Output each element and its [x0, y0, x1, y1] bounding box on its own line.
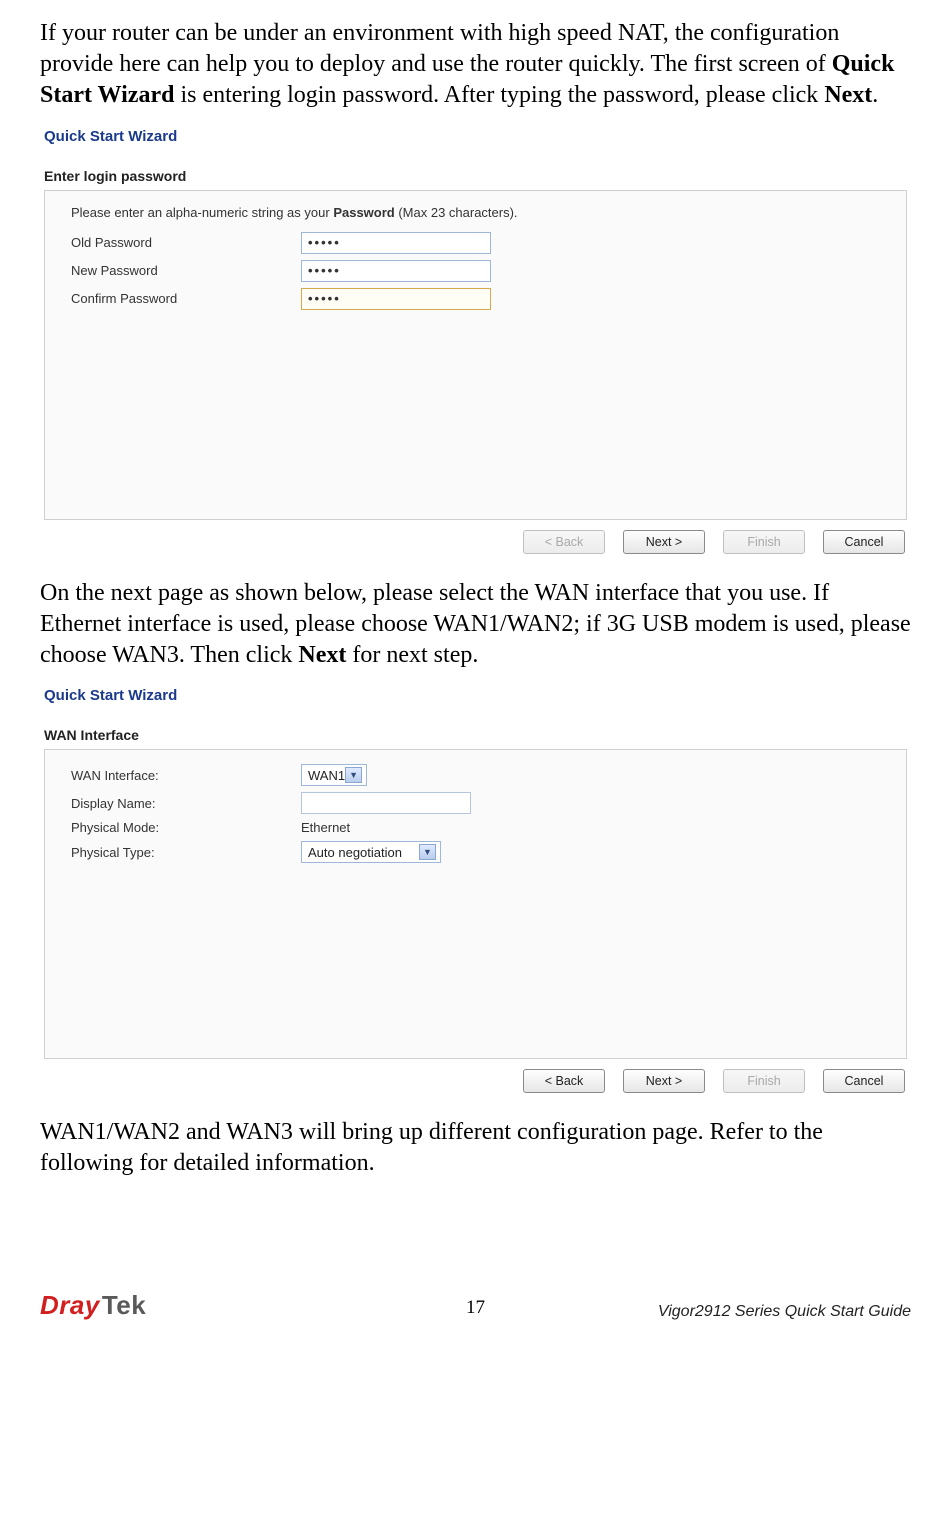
logo-part-1: Dray [40, 1290, 100, 1321]
instruction-text: Please enter an alpha-numeric string as … [71, 205, 890, 220]
confirm-password-label: Confirm Password [71, 291, 301, 306]
new-password-label: New Password [71, 263, 301, 278]
intro-paragraph-3: WAN1/WAN2 and WAN3 will bring up differe… [40, 1117, 911, 1179]
divider [44, 708, 907, 709]
text: . [872, 82, 878, 108]
text-bold: Password [333, 205, 394, 220]
text-bold: Next [298, 642, 346, 668]
text: (Max 23 characters). [395, 205, 518, 220]
page-number: 17 [466, 1297, 485, 1319]
wan-interface-label: WAN Interface: [71, 768, 301, 783]
wizard-screenshot-password: Quick Start Wizard Enter login password … [40, 122, 911, 560]
next-button[interactable]: Next > [623, 1069, 705, 1093]
wizard-button-row: < Back Next > Finish Cancel [44, 520, 907, 556]
brand-logo: DrayTek [40, 1290, 146, 1321]
display-name-label: Display Name: [71, 796, 301, 811]
wizard-title: Quick Start Wizard [44, 122, 907, 149]
wizard-panel: Please enter an alpha-numeric string as … [44, 190, 907, 520]
wizard-panel: WAN Interface: WAN1 ▼ Display Name: Phys… [44, 749, 907, 1059]
select-value: WAN1 [308, 768, 345, 783]
logo-part-2: Tek [102, 1290, 146, 1321]
divider [44, 149, 907, 150]
text: for next step. [346, 642, 478, 668]
wizard-screenshot-wan: Quick Start Wizard WAN Interface WAN Int… [40, 681, 911, 1099]
text-bold: Next [824, 82, 872, 108]
chevron-down-icon: ▼ [345, 767, 362, 783]
finish-button: Finish [723, 1069, 805, 1093]
chevron-down-icon: ▼ [419, 844, 436, 860]
display-name-input[interactable] [301, 792, 471, 814]
cancel-button[interactable]: Cancel [823, 1069, 905, 1093]
old-password-input[interactable]: ••••• [301, 232, 491, 254]
wizard-button-row: < Back Next > Finish Cancel [44, 1059, 907, 1095]
section-heading: WAN Interface [44, 723, 907, 749]
cancel-button[interactable]: Cancel [823, 530, 905, 554]
physical-type-select[interactable]: Auto negotiation ▼ [301, 841, 441, 863]
next-button[interactable]: Next > [623, 530, 705, 554]
wizard-title: Quick Start Wizard [44, 681, 907, 708]
back-button[interactable]: < Back [523, 1069, 605, 1093]
text: is entering login password. After typing… [174, 82, 824, 108]
physical-mode-label: Physical Mode: [71, 820, 301, 835]
text: Please enter an alpha-numeric string as … [71, 205, 333, 220]
intro-paragraph-1: If your router can be under an environme… [40, 18, 911, 112]
new-password-input[interactable]: ••••• [301, 260, 491, 282]
guide-title: Vigor2912 Series Quick Start Guide [658, 1303, 911, 1321]
intro-paragraph-2: On the next page as shown below, please … [40, 578, 911, 672]
wan-interface-select[interactable]: WAN1 ▼ [301, 764, 367, 786]
back-button: < Back [523, 530, 605, 554]
section-heading: Enter login password [44, 164, 907, 190]
text: If your router can be under an environme… [40, 20, 839, 77]
select-value: Auto negotiation [308, 845, 402, 860]
page-footer: DrayTek 17 Vigor2912 Series Quick Start … [40, 1290, 911, 1321]
physical-mode-value: Ethernet [301, 820, 350, 835]
old-password-label: Old Password [71, 235, 301, 250]
confirm-password-input[interactable]: ••••• [301, 288, 491, 310]
physical-type-label: Physical Type: [71, 845, 301, 860]
finish-button: Finish [723, 530, 805, 554]
